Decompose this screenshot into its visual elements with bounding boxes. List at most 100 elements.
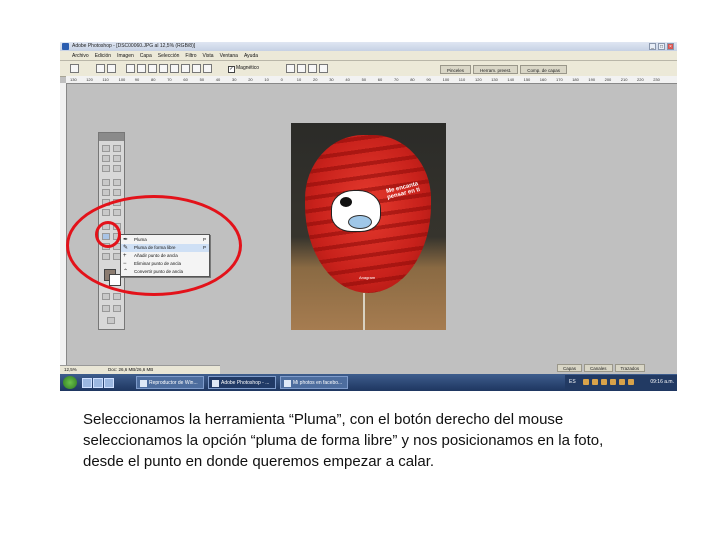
lasso-tool-icon[interactable]: [102, 155, 110, 162]
heart-balloon: Me encanta pensar en ti Anagram: [305, 135, 431, 293]
status-bar: 12,5% Doc: 26,6 MB/26,6 MB: [60, 365, 220, 374]
ie-icon[interactable]: [93, 378, 103, 388]
custom-shape-icon[interactable]: [203, 64, 212, 73]
ruler-tick-label: 50: [199, 77, 205, 82]
menu-filtro[interactable]: Filtro: [185, 51, 196, 60]
ruler-horizontal: 130 120 110 100 90 80 70 60 50 40 30 20 10 0 10 20 30 40 5…: [66, 76, 677, 84]
menu-ayuda[interactable]: Ayuda: [244, 51, 258, 60]
ruler-tick-label: 40: [345, 77, 350, 82]
ruler-tick-label: 10: [296, 77, 302, 82]
clock[interactable]: 09:16 a.m.: [650, 379, 674, 385]
annotation-circle: [95, 221, 121, 248]
ruler-tick-label: 110: [102, 77, 109, 82]
tab-pinceles[interactable]: Pinceles: [440, 65, 472, 74]
tool-preset-icon[interactable]: [70, 64, 79, 73]
task-photoshop[interactable]: Adobe Photoshop - ...: [208, 376, 276, 389]
path-exclude-icon[interactable]: [319, 64, 328, 73]
tray-icon-4[interactable]: [610, 379, 616, 385]
tab-canales[interactable]: Canales: [584, 364, 613, 372]
palette-well: Pinceles Herram. preest. Comp. de capas: [440, 65, 568, 74]
polygon-icon[interactable]: [181, 64, 190, 73]
tray-icon-3[interactable]: [601, 379, 607, 385]
ruler-tick-label: 140: [507, 77, 515, 82]
ruler-tick-label: 70: [394, 77, 399, 82]
rectangle-icon[interactable]: [148, 64, 157, 73]
ruler-tick-label: 160: [539, 77, 547, 82]
brush-tool-icon[interactable]: [113, 179, 121, 186]
window-title: Adobe Photoshop - [DSC00060.JPG al 12,5%…: [72, 43, 196, 49]
screen-mode-standard-icon[interactable]: [102, 305, 110, 312]
magic-wand-tool-icon[interactable]: [113, 155, 121, 162]
ruler-tick-label: 30: [329, 77, 334, 82]
freeform-pen-option-icon[interactable]: [137, 64, 146, 73]
jump-to-imageready-icon[interactable]: [107, 317, 115, 324]
menu-ventana[interactable]: Ventana: [220, 51, 238, 60]
ruler-tick-label: 110: [458, 77, 466, 82]
ellipse-icon[interactable]: [170, 64, 179, 73]
ruler-tick-label: 100: [118, 77, 126, 82]
path-subtract-icon[interactable]: [297, 64, 306, 73]
menu-archivo[interactable]: Archivo: [72, 51, 89, 60]
ruler-tick-label: 40: [215, 77, 221, 82]
task-facebook-photos[interactable]: Mi photos en facebo...: [280, 376, 348, 389]
tray-icon-1[interactable]: [583, 379, 589, 385]
crop-tool-icon[interactable]: [102, 165, 110, 172]
show-desktop-icon[interactable]: [82, 378, 92, 388]
paths-icon[interactable]: [107, 64, 116, 73]
healing-brush-tool-icon[interactable]: [102, 179, 110, 186]
ruler-tick-label: 60: [377, 77, 383, 82]
path-intersect-icon[interactable]: [308, 64, 317, 73]
ruler-tick-label: 30: [232, 77, 237, 82]
menu-seleccion[interactable]: Selección: [158, 51, 180, 60]
screen-mode-full-icon[interactable]: [113, 305, 121, 312]
tray-icon-2[interactable]: [592, 379, 598, 385]
network-icon[interactable]: [628, 379, 634, 385]
menu-capa[interactable]: Capa: [140, 51, 152, 60]
menu-vista[interactable]: Vista: [203, 51, 214, 60]
ruler-tick-label: 80: [410, 77, 415, 82]
marquee-tool-icon[interactable]: [102, 145, 110, 152]
media-player-icon[interactable]: [104, 378, 114, 388]
close-button[interactable]: ×: [667, 43, 674, 50]
ruler-tick-label: 60: [183, 77, 188, 82]
ruler-tick-label: 130: [70, 77, 77, 82]
clone-stamp-tool-icon[interactable]: [102, 189, 110, 196]
history-brush-tool-icon[interactable]: [113, 189, 121, 196]
cow-nose: [348, 215, 372, 229]
toolbox-header[interactable]: [99, 133, 124, 141]
slice-tool-icon[interactable]: [113, 165, 121, 172]
rounded-rectangle-icon[interactable]: [159, 64, 168, 73]
tab-capas[interactable]: Capas: [557, 364, 583, 372]
shape-layers-icon[interactable]: [96, 64, 105, 73]
ruler-tick-label: 90: [134, 77, 140, 82]
ruler-vertical: [60, 83, 67, 365]
magnetic-checkbox[interactable]: ✓: [228, 66, 235, 73]
task-reproductor[interactable]: Reproductor de Win...: [136, 376, 204, 389]
tab-trazados[interactable]: Trazados: [614, 364, 646, 372]
ruler-tick-label: 80: [151, 77, 156, 82]
start-button[interactable]: [63, 376, 77, 389]
menu-imagen[interactable]: Imagen: [117, 51, 134, 60]
document-photo[interactable]: Me encanta pensar en ti Anagram: [291, 123, 446, 330]
tab-herram-preest[interactable]: Herram. preest.: [473, 65, 519, 74]
standard-mode-icon[interactable]: [102, 293, 110, 300]
options-bar: ✓ Magnético: [60, 61, 677, 77]
ruler-tick-label: 120: [86, 77, 93, 82]
menu-edicion[interactable]: Edición: [95, 51, 111, 60]
minimize-button[interactable]: _: [649, 43, 656, 50]
path-add-icon[interactable]: [286, 64, 295, 73]
ruler-tick-label: 190: [588, 77, 596, 82]
language-indicator[interactable]: ES: [569, 379, 576, 385]
browser-task-icon: [284, 380, 291, 387]
volume-icon[interactable]: [619, 379, 625, 385]
quick-mask-mode-icon[interactable]: [113, 293, 121, 300]
maximize-button[interactable]: □: [658, 43, 665, 50]
ruler-tick-label: 20: [313, 77, 318, 82]
move-tool-icon[interactable]: [113, 145, 121, 152]
tab-comp-de-capas[interactable]: Comp. de capas: [520, 65, 568, 74]
line-icon[interactable]: [192, 64, 201, 73]
zoom-level[interactable]: 12,5%: [64, 366, 77, 374]
doc-size: Doc: 26,6 MB/26,6 MB: [108, 367, 154, 372]
pen-option-icon[interactable]: [126, 64, 135, 73]
ruler-tick-label: 10: [264, 77, 269, 82]
